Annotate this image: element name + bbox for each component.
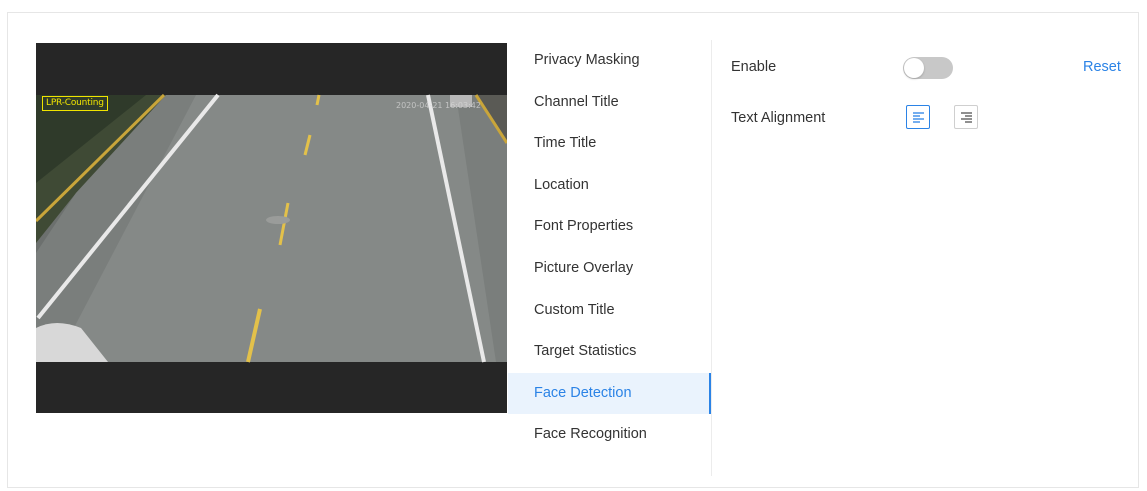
osd-channel-title[interactable]: LPR-Counting [42, 96, 108, 111]
page: LPR-Counting 2020-04-21 16:03:42 Privacy… [0, 0, 1147, 491]
menu-item-face-detection[interactable]: Face Detection [508, 372, 711, 415]
menu-item-face-recognition[interactable]: Face Recognition [508, 414, 711, 456]
menu-item-target-statistics[interactable]: Target Statistics [508, 331, 711, 373]
osd-time-title[interactable]: 2020-04-21 16:03:42 [396, 101, 481, 110]
menu-item-privacy-masking[interactable]: Privacy Masking [508, 40, 711, 82]
align-left-button[interactable] [906, 105, 930, 129]
overlay-menu: Privacy Masking Channel Title Time Title… [508, 40, 712, 476]
reset-link[interactable]: Reset [1083, 59, 1121, 75]
toggle-knob [904, 58, 924, 78]
left-align-icon [913, 112, 924, 123]
menu-item-channel-title[interactable]: Channel Title [508, 82, 711, 124]
enable-toggle[interactable] [903, 57, 953, 79]
right-align-icon [961, 112, 972, 123]
menu-item-time-title[interactable]: Time Title [508, 123, 711, 165]
video-preview: LPR-Counting 2020-04-21 16:03:42 [36, 43, 507, 413]
text-alignment-label: Text Alignment [731, 110, 826, 126]
enable-label: Enable [731, 59, 777, 75]
menu-item-font-properties[interactable]: Font Properties [508, 206, 711, 248]
align-right-button[interactable] [954, 105, 978, 129]
menu-item-location[interactable]: Location [508, 165, 711, 207]
menu-item-custom-title[interactable]: Custom Title [508, 290, 711, 332]
menu-item-picture-overlay[interactable]: Picture Overlay [508, 248, 711, 290]
